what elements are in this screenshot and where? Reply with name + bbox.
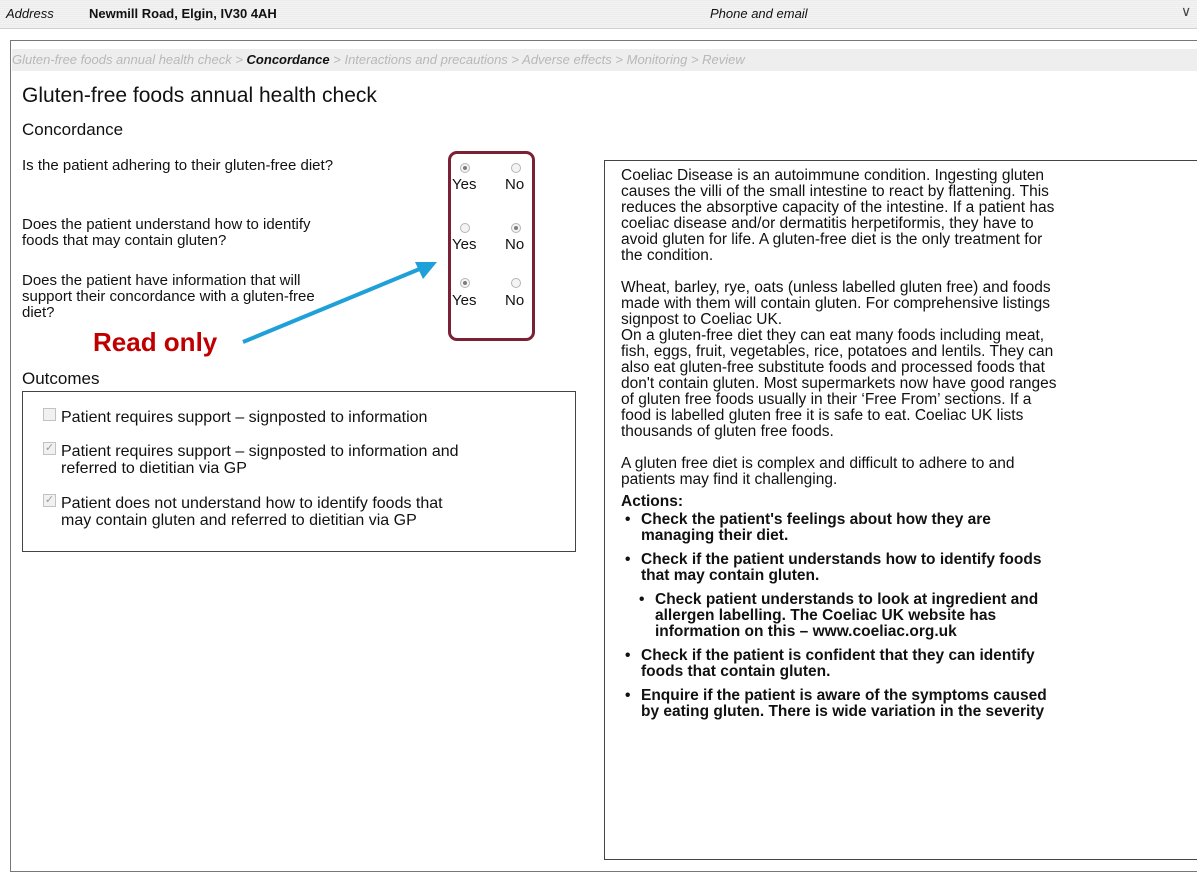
guidance-line: made with them will contain gluten. For …	[621, 295, 1051, 312]
breadcrumb-separator: >	[690, 52, 703, 67]
question-text: Is the patient adhering to their gluten-…	[22, 157, 334, 174]
question-adhering: Is the patient adhering to their gluten-…	[22, 158, 333, 174]
read-only-annotation: Read only	[93, 327, 218, 357]
action-line: Check the patient's feelings about how t…	[641, 511, 991, 528]
guidance-line: also eat gluten-free substitute foods an…	[621, 359, 1045, 376]
breadcrumb-item-adverse-effects[interactable]: Adverse effects	[522, 52, 612, 67]
action-line: allergen labelling. The Coeliac UK websi…	[655, 607, 997, 624]
action-item: Enquire if the patient is aware of the s…	[621, 688, 1196, 720]
breadcrumb-item-health-check[interactable]: Gluten-free foods annual health check	[12, 52, 232, 67]
read-only-highlight-box	[448, 151, 535, 341]
address-value: Newmill Road, Elgin, IV30 4AH	[89, 6, 277, 21]
breadcrumb-item-review[interactable]: Review	[702, 52, 745, 67]
guidance-line: avoid gluten for life. A gluten-free die…	[621, 231, 1043, 248]
guidance-line: thousands of gluten free foods.	[621, 423, 834, 440]
chevron-down-icon[interactable]: ∨	[1181, 3, 1191, 20]
breadcrumb-separator: >	[511, 52, 523, 67]
guidance-line: signpost to Coeliac UK.	[621, 311, 783, 328]
breadcrumb-separator: >	[333, 52, 345, 67]
question-text: foods that may contain gluten?	[22, 232, 227, 249]
actions-title: Actions:	[621, 493, 683, 510]
action-line: information on this – www.coeliac.org.uk	[655, 623, 957, 640]
guidance-text: Coeliac Disease is an autoimmune conditi…	[621, 168, 1196, 728]
action-line: by eating gluten. There is wide variatio…	[641, 703, 1045, 720]
action-line: Enquire if the patient is aware of the s…	[641, 687, 1047, 704]
outcome-label: may contain gluten and referred to dieti…	[61, 512, 417, 529]
section-title: Concordance	[22, 120, 124, 139]
action-line: managing their diet.	[641, 527, 789, 544]
guidance-line: Coeliac Disease is an autoimmune conditi…	[621, 167, 1045, 184]
breadcrumb-item-interactions[interactable]: Interactions and precautions	[344, 52, 507, 67]
guidance-panel: Coeliac Disease is an autoimmune conditi…	[604, 160, 1197, 860]
action-line: Check patient understands to look at ing…	[655, 591, 1039, 608]
guidance-line: A gluten free diet is complex and diffic…	[621, 455, 1015, 472]
outcome-label: Patient requires support – signposted to…	[61, 443, 459, 460]
outcome-label: Patient does not understand how to ident…	[61, 495, 443, 512]
outcome-label: Patient requires support – signposted to…	[61, 409, 428, 426]
guidance-line: causes the villi of the small intestine …	[621, 183, 1049, 200]
guidance-line: the condition.	[621, 247, 714, 264]
guidance-line: Wheat, barley, rye, oats (unless labelle…	[621, 279, 1051, 296]
question-information: Does the patient have information that w…	[22, 273, 315, 321]
action-line: foods that contain gluten.	[641, 663, 831, 680]
guidance-line: reduces the absorptive capacity of the i…	[621, 199, 1055, 216]
question-text: Does the patient understand how to ident…	[22, 216, 311, 233]
guidance-line: fish, eggs, fruit, vegetables, rice, pot…	[621, 343, 1054, 360]
action-line: Check if the patient is confident that t…	[641, 647, 1035, 664]
breadcrumb-item-monitoring[interactable]: Monitoring	[627, 52, 688, 67]
question-text: diet?	[22, 304, 55, 321]
patient-header-bar: Address Newmill Road, Elgin, IV30 4AH Ph…	[0, 0, 1197, 29]
outcome-item: Patient requires support – signposted to…	[61, 443, 459, 477]
guidance-line: patients may find it challenging.	[621, 471, 838, 488]
action-item: Check the patient's feelings about how t…	[621, 512, 1196, 544]
outcomes-title: Outcomes	[22, 369, 100, 388]
guidance-paragraph: A gluten free diet is complex and diffic…	[621, 456, 1196, 488]
breadcrumb: Gluten-free foods annual health check > …	[12, 49, 1197, 71]
outcome-item: Patient requires support – signposted to…	[61, 409, 427, 426]
action-item: Check if the patient understands how to …	[621, 552, 1196, 584]
outcome-checkbox-referred[interactable]: ✓	[43, 442, 56, 455]
guidance-paragraph: Coeliac Disease is an autoimmune conditi…	[621, 168, 1196, 264]
action-subitem: Check patient understands to look at ing…	[621, 592, 1196, 640]
guidance-line: food is labelled gluten free it is safe …	[621, 407, 1024, 424]
guidance-paragraph: Wheat, barley, rye, oats (unless labelle…	[621, 280, 1196, 440]
page-title: Gluten-free foods annual health check	[22, 84, 377, 107]
guidance-line: of gluten free foods usually in their ‘F…	[621, 391, 1032, 408]
actions-list: Check the patient's feelings about how t…	[621, 512, 1196, 720]
outcome-item: Patient does not understand how to ident…	[61, 495, 443, 529]
outcome-checkbox-signposted[interactable]	[43, 408, 56, 421]
guidance-line: On a gluten-free diet they can eat many …	[621, 327, 1045, 344]
question-text: Does the patient have information that w…	[22, 272, 301, 289]
breadcrumb-separator: >	[615, 52, 627, 67]
question-text: support their concordance with a gluten-…	[22, 288, 315, 305]
outcome-checkbox-not-understand[interactable]: ✓	[43, 494, 56, 507]
breadcrumb-separator: >	[235, 52, 247, 67]
guidance-line: coeliac disease and/or dermatitis herpet…	[621, 215, 1034, 232]
guidance-line: don't contain gluten. Most supermarkets …	[621, 375, 1057, 392]
action-line: that may contain gluten.	[641, 567, 820, 584]
action-item: Check if the patient is confident that t…	[621, 648, 1196, 680]
action-line: Check if the patient understands how to …	[641, 551, 1042, 568]
question-understand: Does the patient understand how to ident…	[22, 217, 311, 249]
phone-email-label[interactable]: Phone and email	[710, 6, 808, 21]
address-label: Address	[6, 6, 54, 21]
breadcrumb-item-concordance[interactable]: Concordance	[247, 52, 330, 67]
outcome-label: referred to dietitian via GP	[61, 460, 247, 477]
